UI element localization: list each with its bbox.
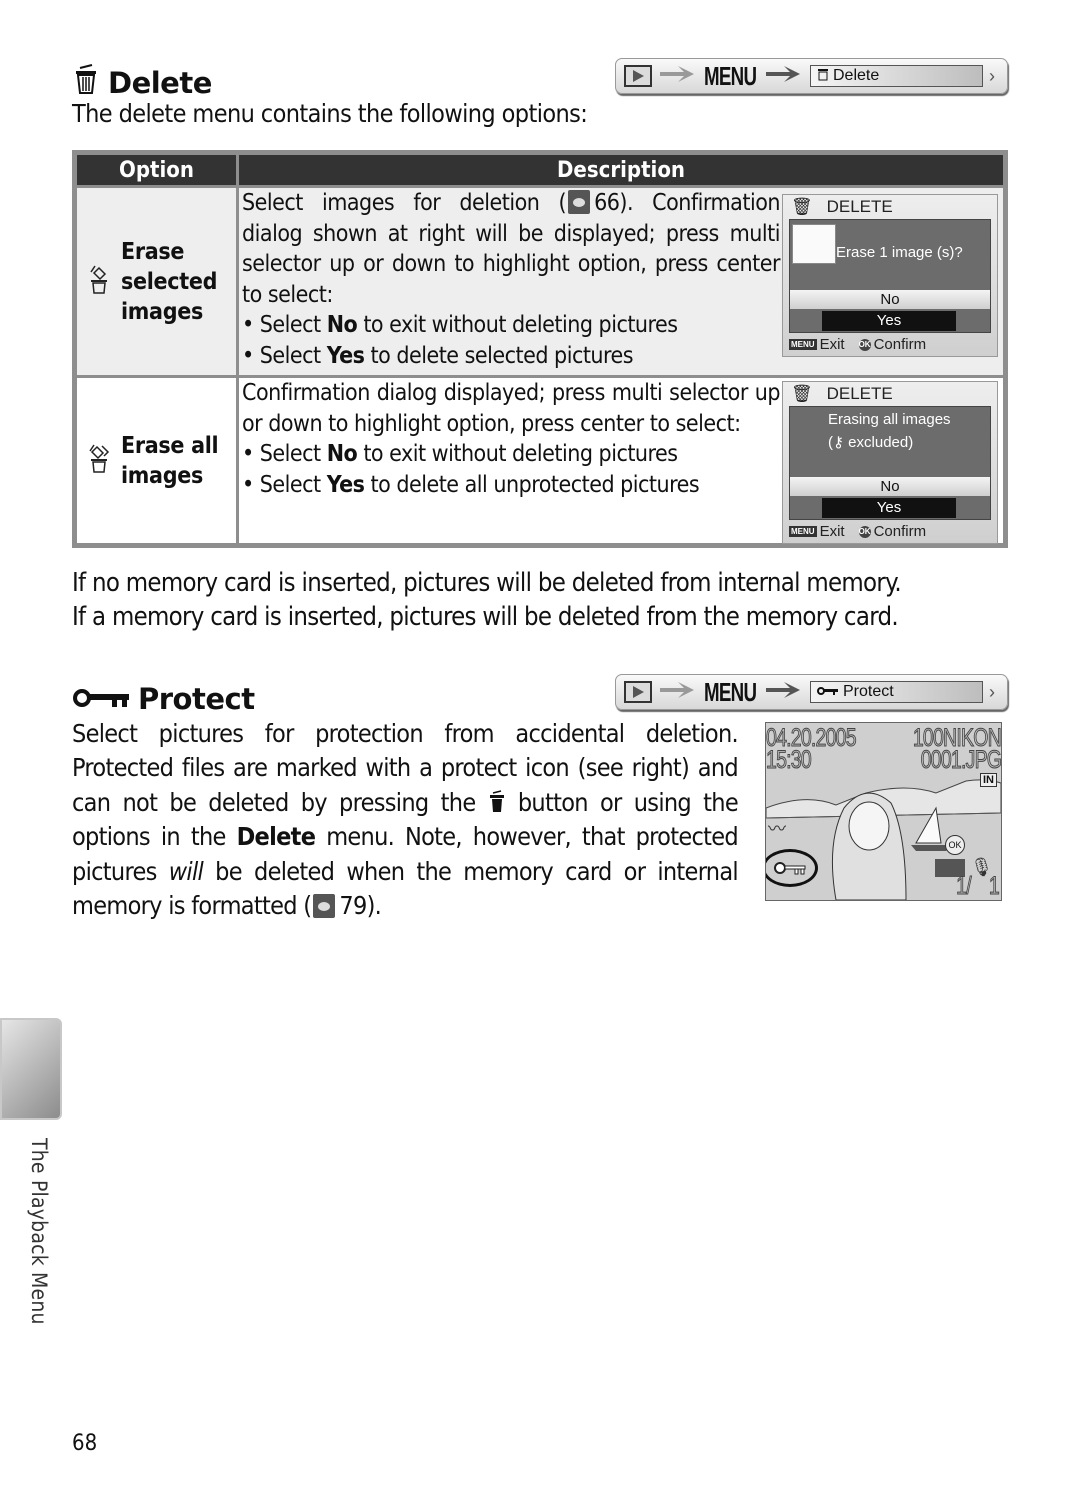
ok-button-icon: OK <box>858 525 871 538</box>
trash-icon <box>488 788 506 817</box>
trash-icon <box>72 62 100 103</box>
protect-nav-path: MENU Protect › <box>615 674 1008 710</box>
delete-options-table: Option Description Erase selected images… <box>72 150 1008 548</box>
page-number: 68 <box>72 1431 98 1456</box>
key-icon <box>774 862 806 875</box>
page-reference-icon <box>568 190 591 214</box>
exit-hint: MENU Exit <box>789 335 845 353</box>
menu-label: MENU <box>704 676 757 707</box>
internal-memory-icon: IN <box>980 773 997 787</box>
confirm-hint: OK Confirm <box>858 335 927 353</box>
bullet-item: • Select No to exit without deleting pic… <box>242 312 678 339</box>
header-option: Option <box>77 155 236 185</box>
trash-icon: 🗑 <box>791 384 813 403</box>
menu-button-icon: MENU <box>789 525 817 537</box>
play-icon <box>624 65 652 87</box>
protect-title: Protect <box>138 682 255 716</box>
delete-heading: Delete <box>72 62 212 103</box>
yes-option[interactable]: Yes <box>822 311 956 331</box>
protected-image-screen: 04.20.2005 15:30 100NIKON 0001.JPG IN 〰 … <box>765 722 1002 901</box>
frame-counter: 1/ <box>956 872 972 900</box>
option-label: Erase selected images <box>121 238 218 325</box>
erase-selected-screen: 🗑 DELETE Erase 1 image (s)? No Yes MENU Ex… <box>782 194 998 357</box>
ok-button-icon: OK <box>945 835 965 855</box>
erase-all-screen: 🗑 DELETE Erasing all images (⚷ excluded) … <box>782 381 998 544</box>
chevron-right-icon: › <box>989 681 995 702</box>
option-erase-selected: Erase selected images <box>77 188 236 375</box>
protect-menu-item: Protect <box>810 681 983 703</box>
delete-title: Delete <box>108 65 212 100</box>
trash-icon <box>817 67 829 86</box>
bullet-item: • Select No to exit without deleting pic… <box>242 441 678 468</box>
arrow-icon <box>764 64 804 88</box>
ok-button-icon: OK <box>858 338 871 351</box>
key-icon: ⚷ <box>833 434 844 451</box>
delete-intro: The delete menu contains the following o… <box>72 99 588 128</box>
description-erase-selected: Select images for deletion (66). Confirm… <box>239 188 1003 375</box>
confirm-message: Erase 1 image (s)? <box>836 244 963 261</box>
key-icon <box>72 682 130 716</box>
erase-all-icon <box>85 443 115 479</box>
confirm-message: Erasing all images <box>828 411 951 428</box>
filename-readout: 0001.JPG <box>920 746 1001 774</box>
no-option[interactable]: No <box>790 477 990 496</box>
protect-description: Select pictures for protection from acci… <box>72 719 739 921</box>
delete-nav-path: MENU Delete › <box>615 58 1008 94</box>
image-thumbnail <box>792 224 836 264</box>
protect-heading: Protect <box>72 682 255 716</box>
chevron-right-icon: › <box>989 65 995 86</box>
arrow-icon <box>658 680 698 704</box>
exit-hint: MENU Exit <box>789 522 845 540</box>
memory-note: If no memory card is inserted, pictures … <box>72 568 902 633</box>
page-reference-icon <box>313 894 336 919</box>
play-icon <box>624 681 652 703</box>
option-erase-all: Erase all images <box>77 378 236 543</box>
section-label: The Playback Menu <box>27 1138 51 1325</box>
bullet-item: • Select Yes to delete selected pictures <box>242 342 634 369</box>
erase-selected-icon <box>85 264 115 300</box>
bullet-item: • Select Yes to delete all unprotected p… <box>242 471 700 498</box>
confirm-message-excluded: (⚷ excluded) <box>828 434 914 451</box>
arrow-icon <box>764 680 804 704</box>
no-option[interactable]: No <box>790 290 990 309</box>
yes-option[interactable]: Yes <box>822 498 956 518</box>
key-icon <box>817 683 839 701</box>
frame-total: 1 <box>988 872 1001 900</box>
header-description: Description <box>239 155 1003 185</box>
confirm-hint: OK Confirm <box>858 522 927 540</box>
description-erase-all: Confirmation dialog displayed; press mul… <box>239 378 1003 544</box>
menu-button-icon: MENU <box>789 338 817 350</box>
delete-menu-item: Delete <box>810 65 983 87</box>
option-label: Erase all images <box>121 432 219 489</box>
arrow-icon <box>658 64 698 88</box>
trash-icon: 🗑 <box>791 197 813 216</box>
transfer-icon: 〰 <box>768 819 786 839</box>
menu-label: MENU <box>704 60 757 91</box>
section-tab <box>0 1018 62 1120</box>
time-readout: 15:30 <box>766 746 812 774</box>
